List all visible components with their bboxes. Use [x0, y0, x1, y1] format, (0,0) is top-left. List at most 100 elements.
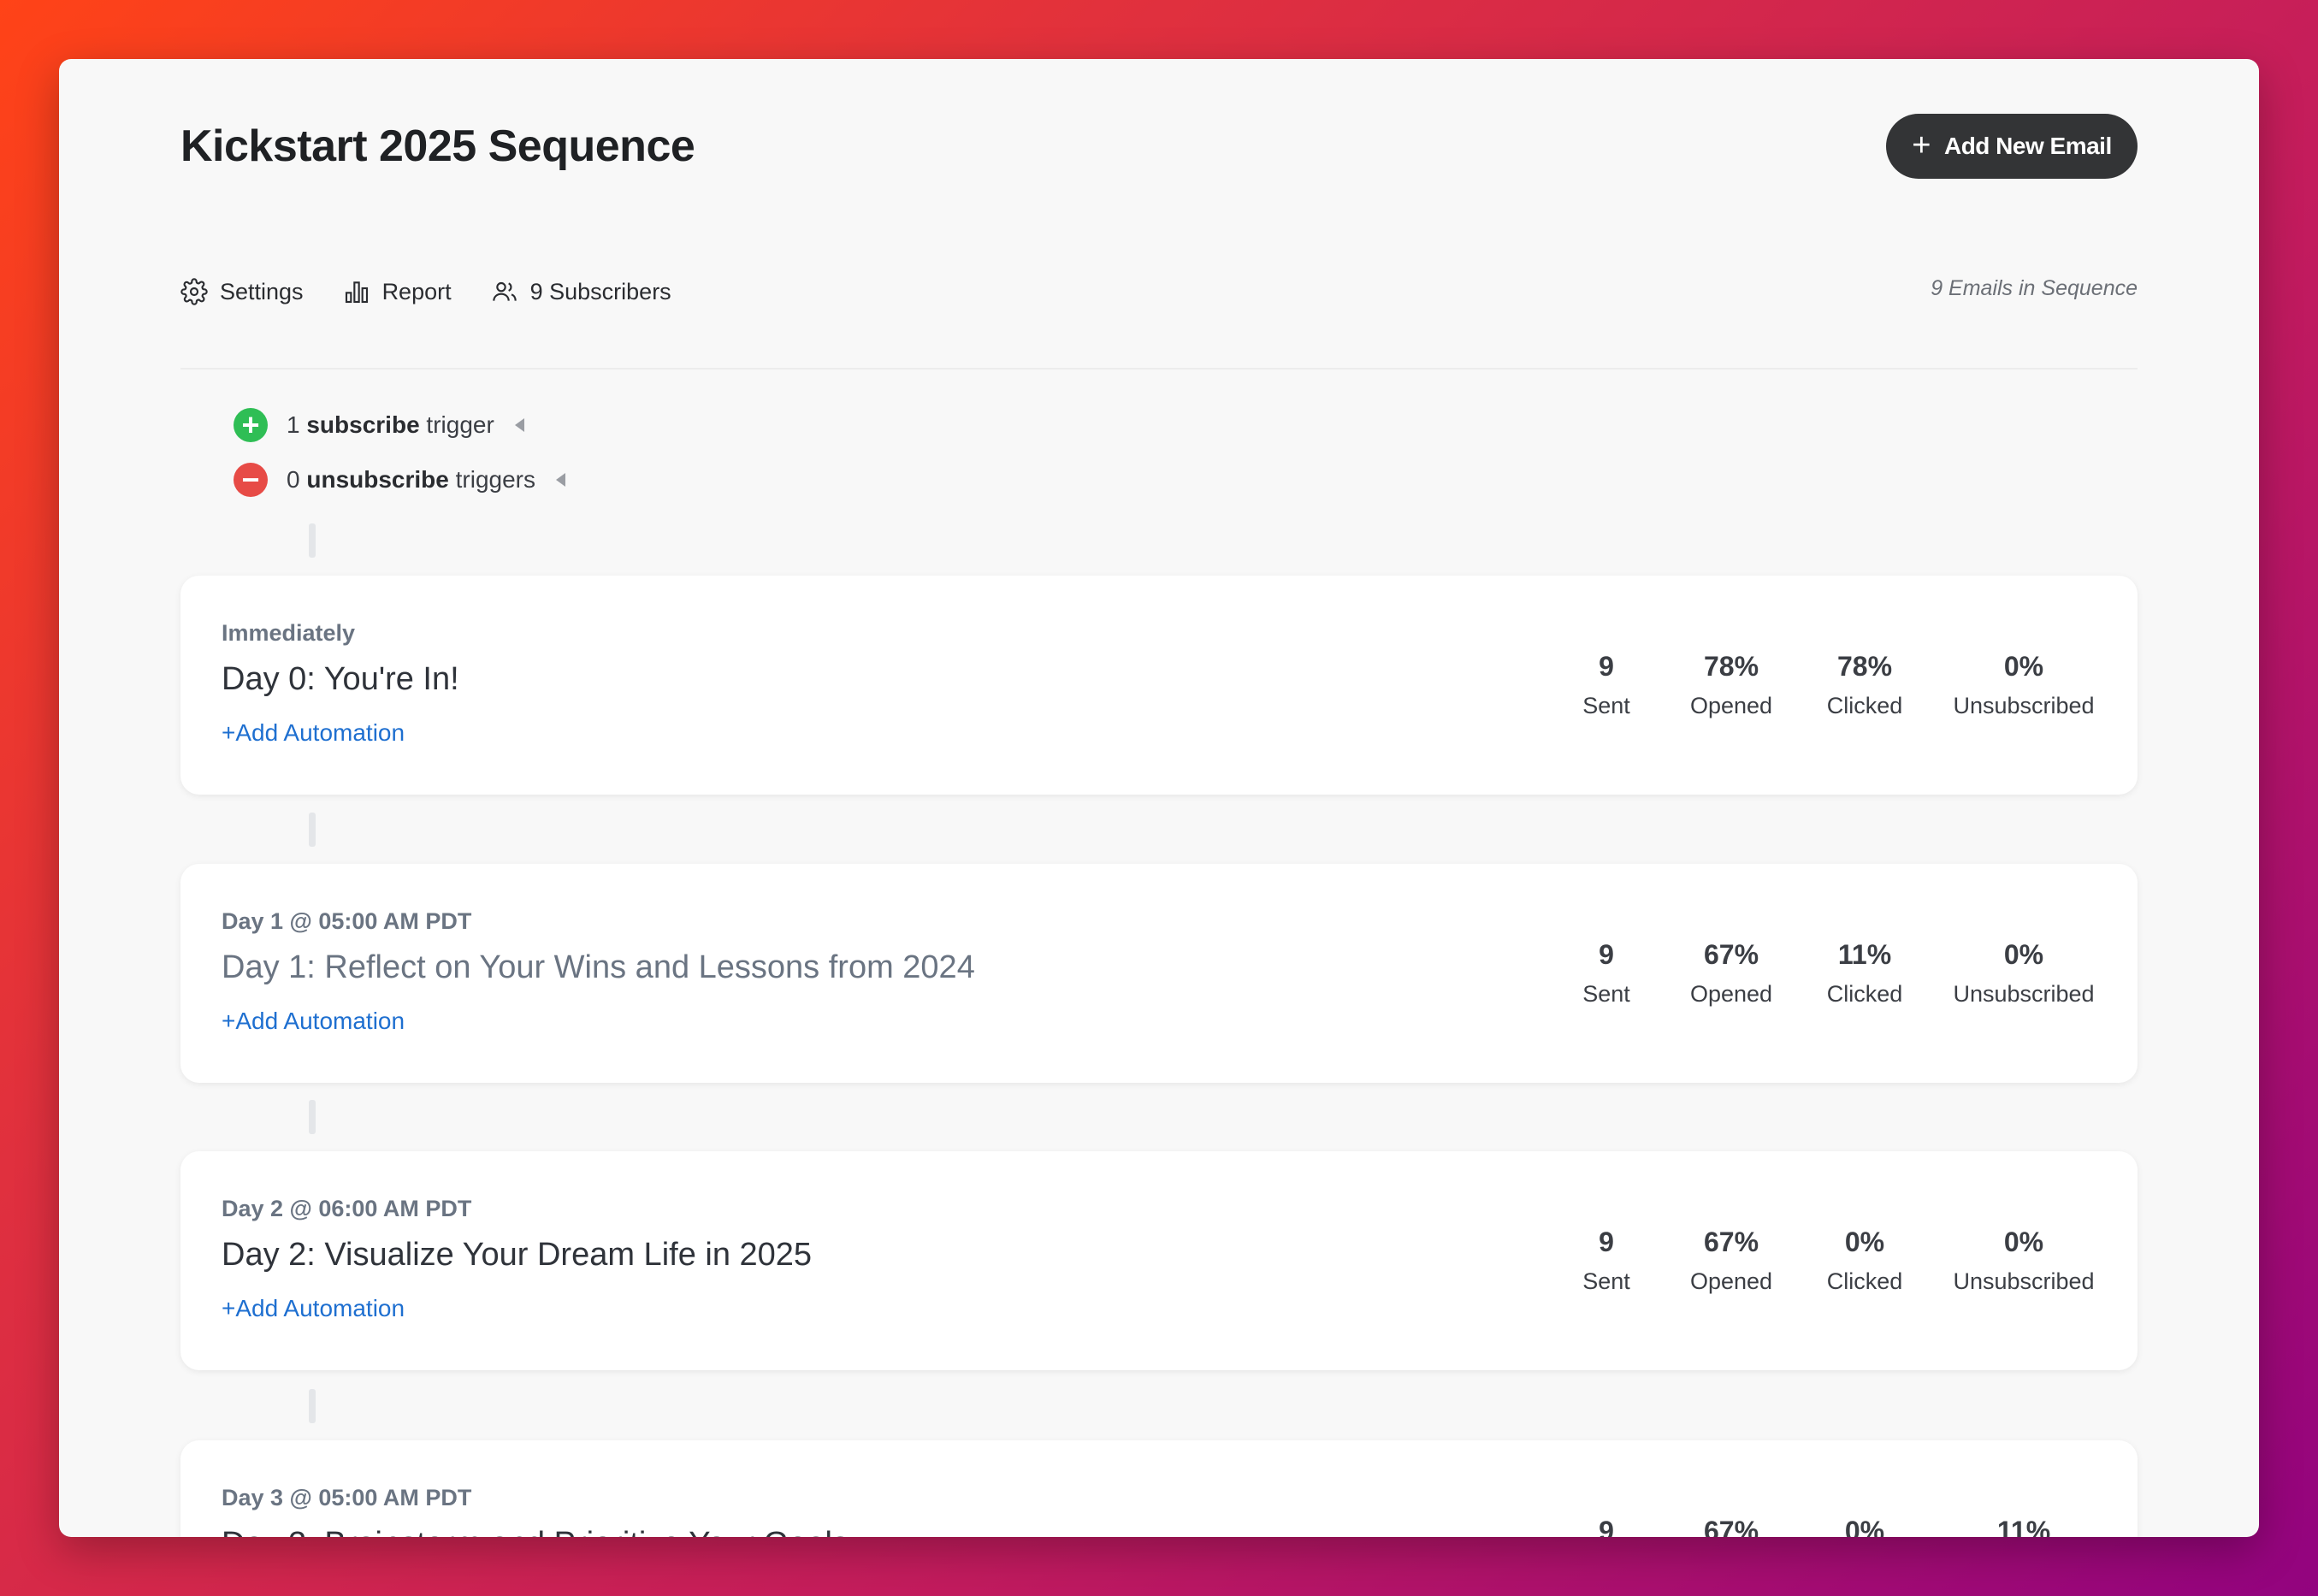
stat-label: Sent	[1582, 981, 1630, 1007]
stat-label: Clicked	[1826, 1268, 1903, 1294]
subscribe-trigger[interactable]: + 1 subscribe trigger	[234, 408, 524, 442]
stat-label: Unsubscribed	[1953, 693, 2095, 718]
report-link[interactable]: Report	[343, 278, 452, 305]
email-schedule: Immediately	[222, 620, 356, 646]
header-divider	[180, 368, 2138, 369]
sequence-connector	[309, 1100, 316, 1134]
subscribers-label: 9 Subscribers	[529, 278, 671, 304]
subscribe-trigger-suffix: trigger	[426, 411, 494, 438]
stat-sent: 9 Sent	[1568, 939, 1645, 1008]
stat-value: 78%	[1703, 651, 1759, 682]
bar-chart-icon	[345, 281, 368, 304]
caret-left-icon[interactable]	[514, 418, 524, 432]
add-automation-link[interactable]: +Add Automation	[222, 1008, 405, 1035]
stat-value: 0%	[2003, 1227, 2044, 1257]
stat-value: 9	[1599, 939, 1614, 970]
stat-clicked: 11% Clicked	[1818, 939, 1912, 1008]
stat-sent: 9 Sent	[1568, 1227, 1645, 1295]
stat-value: 9	[1599, 651, 1614, 682]
stat-clicked: 0% Clicked	[1818, 1227, 1912, 1295]
unsubscribe-trigger-keyword: unsubscribe	[306, 466, 449, 493]
email-card[interactable]: Day 2 @ 06:00 AM PDT Day 2: Visualize Yo…	[180, 1151, 2138, 1370]
report-label: Report	[381, 278, 452, 304]
subscribe-trigger-keyword: subscribe	[306, 411, 420, 438]
stat-label: Clicked	[1826, 981, 1903, 1007]
stat-value: 0%	[2003, 651, 2044, 682]
sequence-window: Kickstart 2025 Sequence + Add New Email …	[59, 59, 2259, 1537]
stat-unsubscribed: 0% Unsubscribed	[1951, 1227, 2096, 1295]
users-icon	[492, 281, 517, 301]
unsubscribe-trigger[interactable]: − 0 unsubscribe triggers	[234, 463, 565, 497]
email-stats: 9 Sent 67% Opened 0% Clicked 0% Unsubscribed	[1568, 1227, 2096, 1295]
add-automation-link[interactable]: +Add Automation	[222, 719, 405, 747]
stat-label: Opened	[1689, 1268, 1773, 1294]
minus-circle-icon: −	[234, 463, 268, 497]
sequence-nav: Settings Report 9 Subscribers	[180, 278, 671, 305]
stat-opened: 67% Opened	[1684, 939, 1778, 1008]
stat-value: 11%	[1837, 939, 1892, 970]
stat-value: 0%	[1844, 1227, 1885, 1257]
settings-label: Settings	[220, 278, 304, 304]
stat-opened: 67% Opened	[1684, 1227, 1778, 1295]
email-stats: 9Sent 67%Opened 0%Clicked 11%Unsubscribe…	[1568, 1516, 2096, 1537]
email-subject[interactable]: Day 0: You're In!	[222, 661, 459, 698]
stat-value: 67%	[1703, 1227, 1759, 1257]
stat-value: 9	[1599, 1516, 1614, 1537]
stat-label: Clicked	[1826, 693, 1903, 718]
email-card[interactable]: Day 3 @ 05:00 AM PDT Day 3: Brainstorm a…	[180, 1440, 2138, 1537]
sequence-connector	[309, 523, 316, 558]
sequence-connector	[309, 813, 316, 847]
email-card[interactable]: Immediately Day 0: You're In! +Add Autom…	[180, 576, 2138, 795]
stat-opened: 67%Opened	[1684, 1516, 1778, 1537]
email-subject[interactable]: Day 1: Reflect on Your Wins and Lessons …	[222, 949, 975, 986]
stat-value: 11%	[1996, 1516, 2051, 1537]
email-card[interactable]: Day 1 @ 05:00 AM PDT Day 1: Reflect on Y…	[180, 864, 2138, 1083]
subscribe-trigger-count: 1	[287, 411, 300, 438]
stat-value: 78%	[1836, 651, 1893, 682]
email-schedule: Day 1 @ 05:00 AM PDT	[222, 908, 472, 934]
add-new-email-button[interactable]: + Add New Email	[1886, 114, 2138, 179]
stat-label: Unsubscribed	[1953, 1268, 2095, 1294]
plus-circle-icon: +	[234, 408, 268, 442]
add-new-email-label: Add New Email	[1943, 133, 2112, 159]
stat-value: 67%	[1703, 939, 1759, 970]
stat-opened: 78% Opened	[1684, 651, 1778, 719]
sequence-content: Kickstart 2025 Sequence + Add New Email …	[180, 59, 2138, 1537]
plus-icon: +	[1912, 127, 1931, 163]
add-automation-link[interactable]: +Add Automation	[222, 1295, 405, 1322]
email-stats: 9 Sent 67% Opened 11% Clicked 0% Unsubscribe…	[1568, 939, 2096, 1008]
stat-value: 67%	[1703, 1516, 1759, 1537]
stat-sent: 9 Sent	[1568, 651, 1645, 719]
unsubscribe-trigger-count: 0	[287, 466, 300, 493]
add-automation-label: Add Automation	[235, 1008, 405, 1034]
email-stats: 9 Sent 78% Opened 78% Clicked 0% Unsubscribe…	[1568, 651, 2096, 719]
gear-icon	[180, 278, 208, 305]
sequence-connector	[309, 1389, 316, 1423]
email-count: 9 Emails in Sequence	[1931, 276, 2138, 300]
caret-left-icon[interactable]	[556, 473, 565, 487]
stat-label: Opened	[1689, 981, 1773, 1007]
page-title: Kickstart 2025 Sequence	[180, 121, 695, 171]
stat-unsubscribed: 11%Unsubscribed	[1951, 1516, 2096, 1537]
subscribers-link[interactable]: 9 Subscribers	[491, 278, 671, 305]
stat-label: Sent	[1582, 693, 1630, 718]
email-schedule: Day 3 @ 05:00 AM PDT	[222, 1485, 472, 1510]
stat-label: Sent	[1582, 1268, 1630, 1294]
stat-label: Opened	[1689, 693, 1773, 718]
email-schedule: Day 2 @ 06:00 AM PDT	[222, 1196, 472, 1221]
stat-value: 9	[1599, 1227, 1614, 1257]
stat-value: 0%	[1844, 1516, 1885, 1537]
settings-link[interactable]: Settings	[180, 278, 304, 305]
email-subject[interactable]: Day 3: Brainstorm and Prioritize Your Go…	[222, 1526, 849, 1537]
stat-unsubscribed: 0% Unsubscribed	[1951, 939, 2096, 1008]
stat-clicked: 0%Clicked	[1818, 1516, 1912, 1537]
email-subject[interactable]: Day 2: Visualize Your Dream Life in 2025	[222, 1237, 812, 1274]
stat-clicked: 78% Clicked	[1818, 651, 1912, 719]
unsubscribe-trigger-suffix: triggers	[455, 466, 535, 493]
stat-label: Unsubscribed	[1953, 981, 2095, 1007]
add-automation-label: Add Automation	[235, 719, 405, 746]
add-automation-label: Add Automation	[235, 1295, 405, 1321]
stat-value: 0%	[2003, 939, 2044, 970]
stat-sent: 9Sent	[1568, 1516, 1645, 1537]
stat-unsubscribed: 0% Unsubscribed	[1951, 651, 2096, 719]
